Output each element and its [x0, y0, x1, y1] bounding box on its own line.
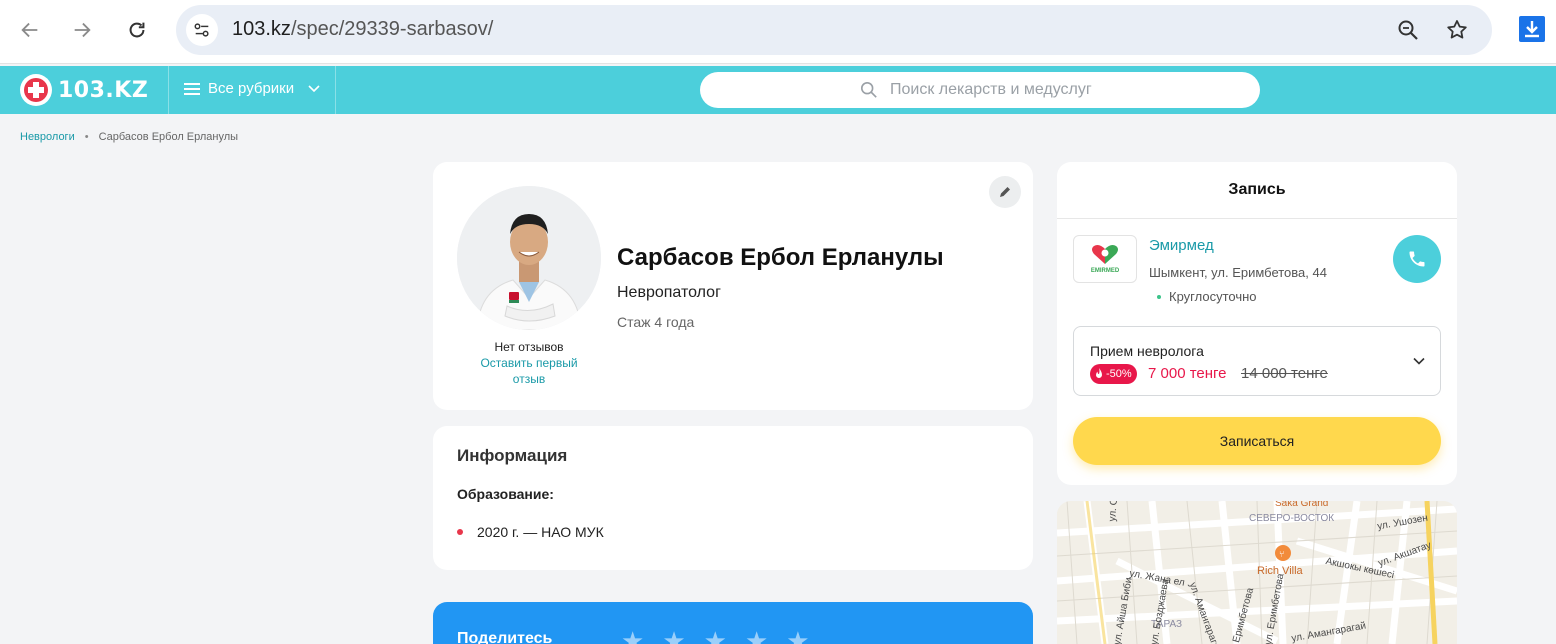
bookmark-star-icon[interactable]	[1443, 16, 1471, 44]
address-bar[interactable]: 103.kz/spec/29339-sarbasov/	[176, 5, 1492, 55]
star-icon[interactable]: ★	[704, 628, 727, 644]
reload-button[interactable]	[121, 14, 153, 46]
fire-icon	[1096, 368, 1102, 378]
booking-title: Запись	[1228, 181, 1286, 198]
book-appointment-button[interactable]: Записаться	[1073, 417, 1441, 465]
divider	[1057, 218, 1457, 219]
reload-icon	[129, 22, 145, 38]
url-text[interactable]: 103.kz/spec/29339-sarbasov/	[232, 18, 493, 41]
edit-button[interactable]	[989, 176, 1021, 208]
download-icon[interactable]	[1518, 15, 1546, 43]
site-header: 103.KZ Все рубрики	[0, 66, 1556, 114]
star-icon[interactable]: ★	[662, 628, 685, 644]
discount-badge: -50%	[1090, 364, 1137, 384]
phone-icon	[1409, 251, 1425, 267]
clinic-name-link[interactable]: Эмирмед	[1149, 237, 1214, 254]
star-icon[interactable]: ★	[621, 628, 644, 644]
breadcrumb-link-neurologists[interactable]: Неврологи	[20, 131, 75, 143]
info-card: Информация Образование: 2020 г. — НАО МУ…	[433, 426, 1033, 570]
education-item-text: 2020 г. — НАО МУК	[477, 524, 604, 540]
chevron-down-icon	[308, 84, 320, 92]
doctor-specialty: Невропатолог	[617, 284, 721, 301]
leave-review-link[interactable]: Оставить первый отзыв	[467, 355, 591, 387]
clinic-map[interactable]: ⑂ Saka Grand СЕВЕРО-ВОСТОК ул. Ушозен ул…	[1057, 501, 1457, 644]
chevron-down-icon	[1413, 357, 1425, 365]
booking-card: Запись EMIRMED Эмирмед Шымкент, ул. Ерим…	[1057, 162, 1457, 485]
discount-text: -50%	[1106, 368, 1132, 380]
hamburger-icon	[184, 82, 200, 95]
doctor-experience: Стаж 4 года	[617, 314, 695, 330]
clinic-logo-text: EMIRMED	[1090, 268, 1120, 274]
doctor-card: Нет отзывов Оставить первый отзыв Сарбас…	[433, 162, 1033, 410]
service-name: Прием невролога	[1090, 343, 1204, 359]
logo-text: 103.KZ	[58, 77, 149, 103]
doctor-avatar	[457, 186, 601, 330]
clinic-hours-text: Круглосуточно	[1169, 289, 1257, 304]
zoom-icon[interactable]	[1394, 16, 1422, 44]
search-icon	[860, 81, 877, 98]
search-input[interactable]	[890, 72, 1230, 108]
no-reviews-text: Нет отзывов	[494, 340, 564, 354]
bullet-icon	[457, 529, 463, 535]
rubrics-label: Все рубрики	[208, 80, 295, 97]
site-logo[interactable]: 103.KZ	[20, 74, 148, 106]
education-item: 2020 г. — НАО МУК	[457, 524, 604, 540]
service-select[interactable]: Прием невролога -50% 7 000 тенге 14 000 …	[1073, 326, 1441, 396]
star-icon[interactable]: ★	[786, 628, 809, 644]
star-icon[interactable]: ★	[745, 628, 768, 644]
heart-logo-icon	[1092, 245, 1118, 264]
breadcrumb-separator: •	[84, 131, 89, 143]
site-search[interactable]	[700, 72, 1260, 108]
back-button[interactable]	[14, 14, 46, 46]
education-label: Образование:	[457, 486, 554, 502]
price-new: 7 000 тенге	[1148, 365, 1227, 382]
call-button[interactable]	[1393, 235, 1441, 283]
breadcrumb: Неврологи • Сарбасов Ербол Ерланулы	[20, 131, 238, 143]
clinic-logo[interactable]: EMIRMED	[1073, 235, 1137, 283]
map-label: Saka Grand	[1275, 501, 1329, 509]
pencil-icon	[1000, 187, 1010, 197]
share-card: Поделитесь ★ ★ ★ ★ ★	[433, 602, 1033, 644]
site-info-icon[interactable]	[186, 14, 218, 46]
status-dot-icon	[1157, 294, 1161, 299]
svg-text:⑂: ⑂	[1279, 550, 1284, 560]
rating-stars[interactable]: ★ ★ ★ ★ ★	[621, 628, 810, 644]
forward-button[interactable]	[66, 14, 98, 46]
map-label: СЕВЕРО-ВОСТОК	[1249, 513, 1335, 524]
arrow-left-icon	[21, 22, 38, 38]
info-title: Информация	[457, 446, 568, 465]
logo-cross-icon	[20, 74, 52, 106]
price-old: 14 000 тенге	[1241, 365, 1328, 382]
share-title: Поделитесь	[457, 630, 553, 644]
all-rubrics-menu[interactable]: Все рубрики	[184, 80, 320, 97]
breadcrumb-current: Сарбасов Ербол Ерланулы	[98, 131, 239, 143]
browser-toolbar: 103.kz/spec/29339-sarbasov/	[0, 0, 1556, 64]
clinic-address: Шымкент, ул. Еримбетова, 44	[1149, 265, 1327, 280]
doctor-name: Сарбасов Ербол Ерланулы	[617, 244, 944, 271]
clinic-hours: Круглосуточно	[1157, 289, 1257, 304]
arrow-right-icon	[74, 22, 91, 38]
